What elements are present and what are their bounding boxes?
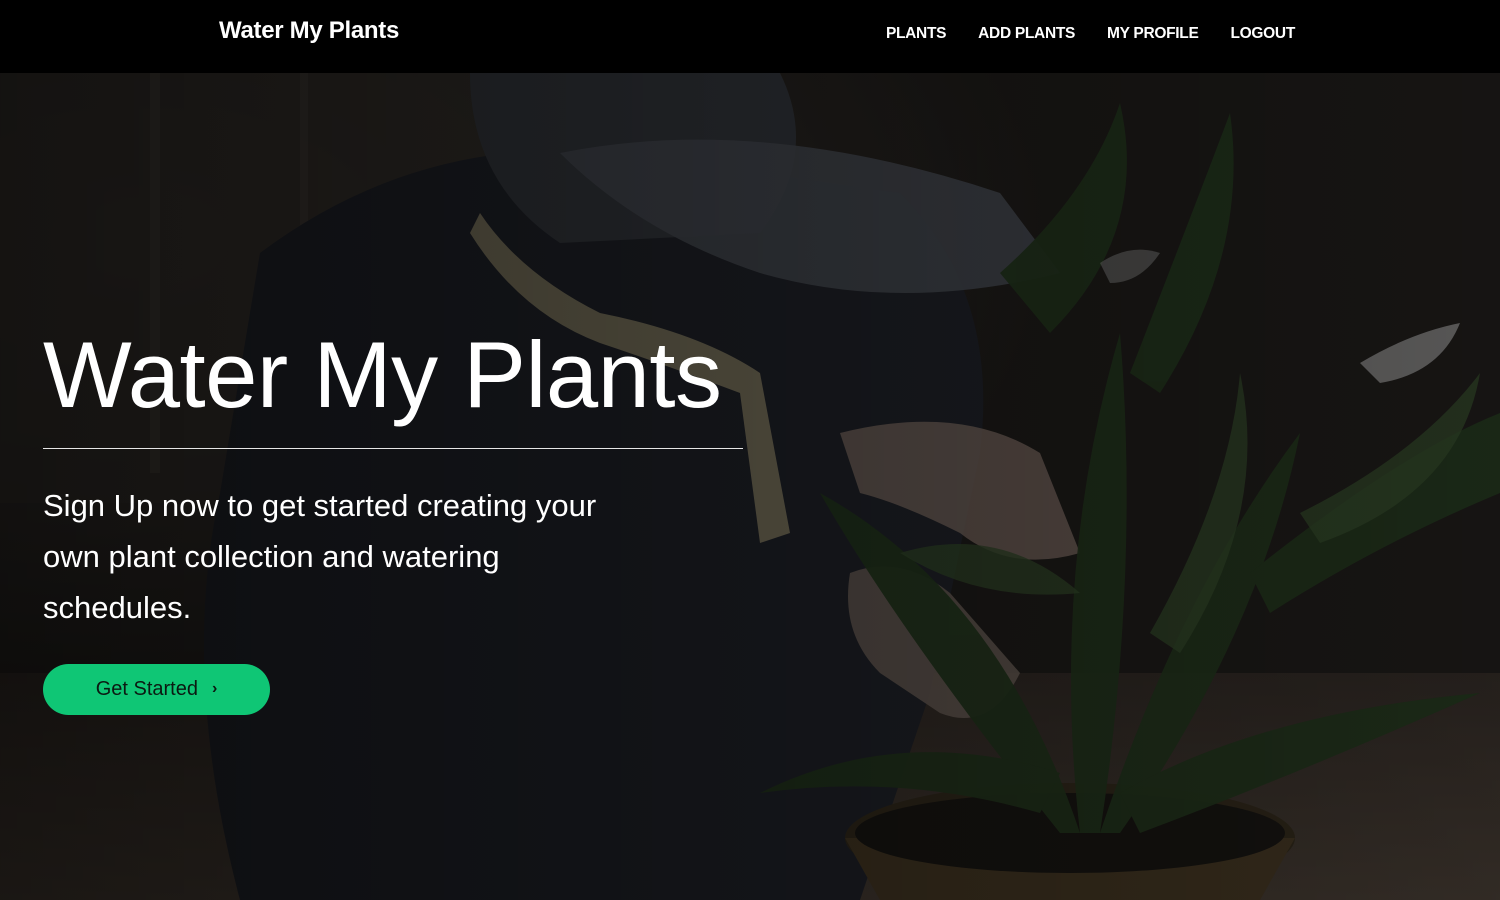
brand-logo-link[interactable]: Water My Plants [219, 17, 399, 45]
nav-link-add-plants[interactable]: ADD PLANTS [978, 25, 1075, 43]
get-started-label: Get Started [95, 678, 198, 700]
hero-section: Water My Plants Sign Up now to get start… [0, 73, 1500, 900]
hero-subtitle: Sign Up now to get started creating your… [43, 488, 597, 625]
nav-links: PLANTS ADD PLANTS MY PROFILE LOGOUT [886, 25, 1295, 43]
nav-link-my-profile[interactable]: MY PROFILE [1107, 25, 1199, 43]
get-started-button[interactable]: Get Started › [43, 664, 270, 715]
nav-link-logout[interactable]: LOGOUT [1231, 25, 1296, 43]
hero-title: Water My Plants [43, 322, 722, 427]
nav-link-plants[interactable]: PLANTS [886, 25, 947, 43]
hero-content: Water My Plants Sign Up now to get start… [43, 323, 743, 715]
hero-divider [43, 448, 743, 449]
chevron-right-icon: › [211, 679, 218, 697]
top-navbar: Water My Plants PLANTS ADD PLANTS MY PRO… [0, 0, 1500, 73]
